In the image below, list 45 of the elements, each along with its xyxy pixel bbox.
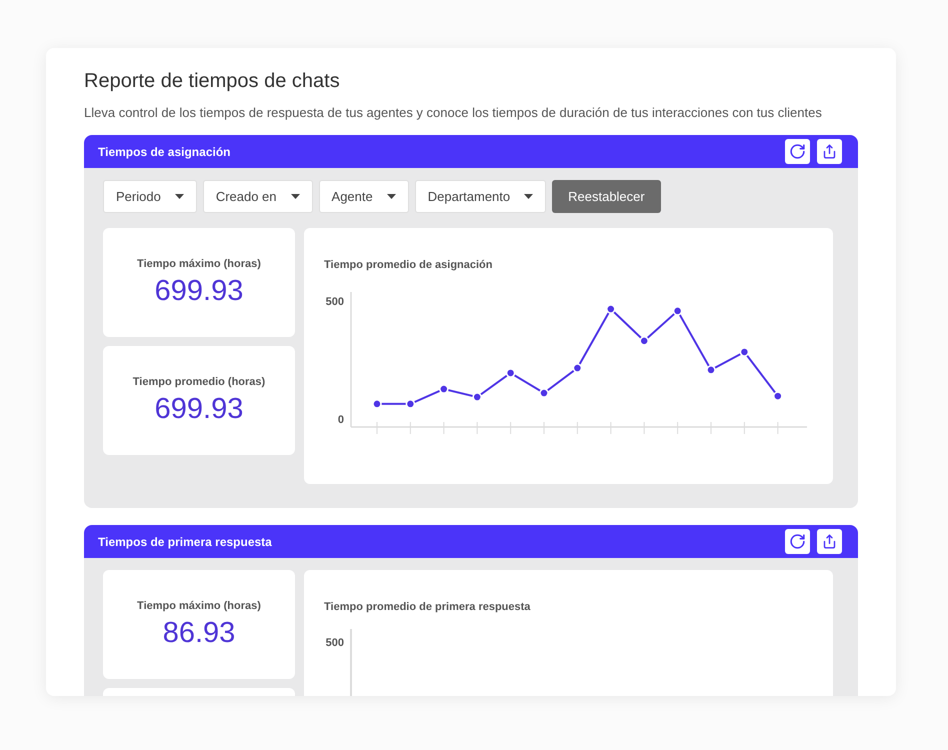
reset-button[interactable]: Reestablecer <box>552 180 661 213</box>
data-point <box>740 347 750 357</box>
filter-dropdown[interactable]: Departamento <box>414 180 546 213</box>
stat-label: Tiempo máximo (horas) <box>137 257 261 272</box>
refresh-icon <box>789 143 806 160</box>
data-point <box>706 365 716 375</box>
share-button[interactable] <box>817 529 842 554</box>
data-point <box>472 392 482 402</box>
filter-dropdown[interactable]: Periodo <box>103 180 197 213</box>
data-point <box>672 306 682 316</box>
y-tick-label: 0 <box>338 414 344 426</box>
share-button[interactable] <box>817 139 842 164</box>
share-icon <box>822 534 837 549</box>
section-title: Tiempos de asignación <box>98 144 230 160</box>
axis-label: 500 <box>324 636 344 651</box>
caret-icon <box>386 194 396 199</box>
stat-label: Tiempo máximo (horas) <box>137 599 261 614</box>
data-point <box>606 304 616 314</box>
data-point <box>406 399 416 409</box>
data-point <box>539 388 549 398</box>
y-tick-label: 500 <box>326 296 344 308</box>
page-description: Lleva control de los tiempos de respuesta de tus agentes y conoce los tiempos de duración de tus interacciones con tus clientes <box>84 104 823 122</box>
page-title: Reporte de tiempos de chats <box>84 69 341 94</box>
stat-value: 699.93 <box>154 392 244 427</box>
filter-dropdown[interactable]: Creado en <box>202 180 313 213</box>
refresh-icon <box>789 533 806 550</box>
data-point <box>439 384 449 394</box>
caret-icon <box>524 194 534 199</box>
stat-value: 699.93 <box>154 274 244 309</box>
caret-icon <box>174 194 184 199</box>
data-point <box>506 368 516 378</box>
data-point <box>639 336 649 346</box>
chart-title: Tiempo promedio de primera respuesta <box>323 600 532 615</box>
chart-title: Tiempo promedio de asignación <box>323 258 494 273</box>
stat-value: 86.93 <box>162 616 236 651</box>
data-point <box>372 399 382 409</box>
data-point <box>572 363 582 373</box>
refresh-button[interactable] <box>785 139 810 164</box>
refresh-button[interactable] <box>785 529 810 554</box>
data-point <box>773 391 783 401</box>
share-icon <box>822 144 837 159</box>
stat-label: Tiempo promedio (horas) <box>132 375 266 390</box>
filter-dropdown[interactable]: Agente <box>318 180 409 213</box>
caret-icon <box>290 194 300 199</box>
section-title: Tiempos de primera respuesta <box>98 534 272 550</box>
